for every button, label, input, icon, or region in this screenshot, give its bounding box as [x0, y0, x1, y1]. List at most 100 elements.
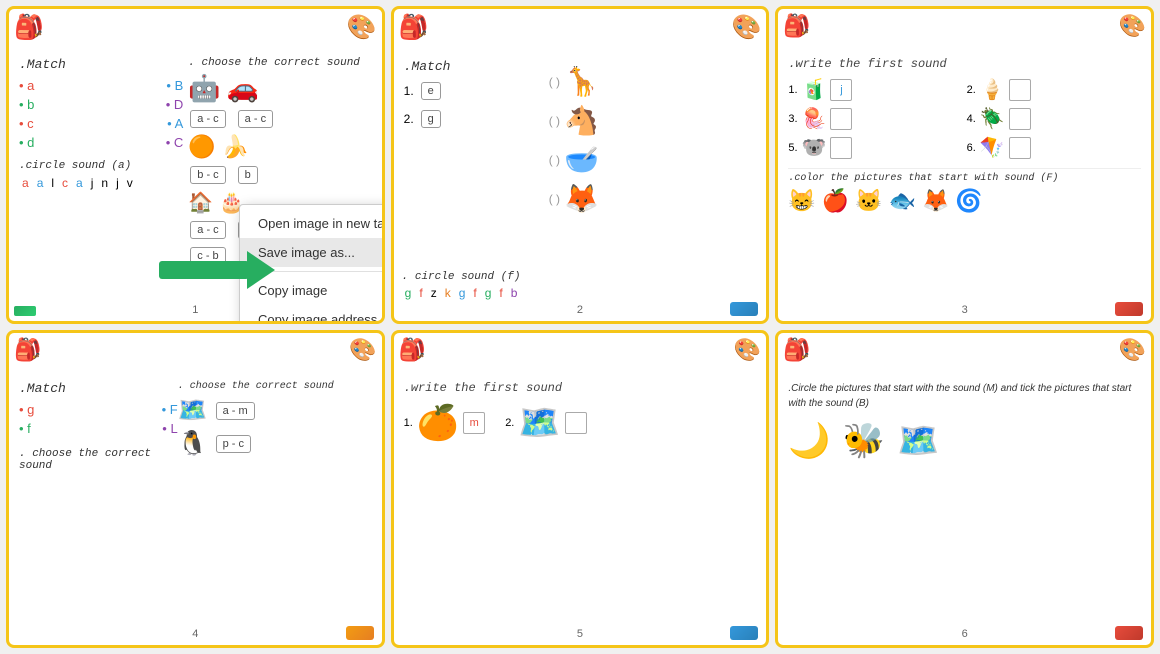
cl-l: l: [48, 175, 57, 191]
backpack-icon-2: 🎒: [399, 13, 429, 42]
write-item-2: 2. 🍦: [967, 77, 1141, 102]
animals-section: ( ) 🦒 ( ) 🐴 ( ) 🥣 ( ) 🦊: [545, 59, 757, 221]
palette-icon-3: 🎨: [1119, 13, 1146, 39]
bowl-img: 🥣: [564, 143, 599, 176]
sound-box-b: b: [238, 166, 258, 184]
apple-img: 🍎: [822, 188, 849, 214]
sound-row-2: b - c b: [188, 164, 371, 186]
card-5: 🎒 🎨 .write the first sound 1. 🍊 m 2. 🗺️ …: [391, 330, 770, 648]
sound-box-bc: b - c: [190, 166, 225, 184]
cl-a3: a: [73, 175, 86, 191]
kite-img: 🪁: [980, 135, 1005, 160]
cl-a1: a: [19, 175, 32, 191]
match-right-C: • C: [166, 135, 184, 150]
num-2-label: 2.: [404, 112, 414, 126]
wi-num-5: 5.: [788, 142, 797, 154]
match-g: • g • F: [19, 402, 178, 417]
pencil-icon-1: [14, 306, 36, 316]
cl-j1: j: [88, 175, 97, 191]
match-left-b: • b: [19, 97, 34, 112]
circle-section-1: .circle sound (a) a a l c a j n j v: [19, 160, 183, 191]
letter-j-box: j: [830, 79, 852, 101]
cfl-f1: f: [416, 285, 425, 301]
cl-v: v: [124, 175, 136, 191]
write-item-6: 6. 🪁: [967, 135, 1141, 160]
cfl-b: b: [508, 285, 521, 301]
cl-a2: a: [34, 175, 47, 191]
cl-n: n: [98, 175, 111, 191]
choose-title-4b: . choose the correct sound: [178, 381, 372, 392]
card-6: 🎒 🎨 .Circle the pictures that start with…: [775, 330, 1154, 648]
sound-box-ac2: a - c: [238, 110, 273, 128]
num-1-label: 1.: [404, 84, 414, 98]
match-right-D: • D: [166, 97, 184, 112]
eraser-icon-5: [730, 626, 758, 640]
wi-num-4: 4.: [967, 113, 976, 125]
cfl-g: g: [402, 285, 415, 301]
paren-3: ( ): [549, 153, 560, 167]
cl-j2: j: [113, 175, 122, 191]
match-item-b: • b • D: [19, 97, 183, 112]
map-img-6: 🗺️: [897, 421, 939, 461]
card-2: 🎒 🎨 .Match 1. e 2. g ( ) 🦒: [391, 6, 770, 324]
match-left-c: • c: [19, 116, 34, 131]
letter-box-6: [1009, 137, 1031, 159]
sound-box-ac3: a - c: [190, 221, 225, 239]
robot-img: 🤖: [188, 73, 220, 104]
juice-img: 🧃: [802, 77, 827, 102]
cat2-img: 🐱: [855, 188, 882, 214]
card-number-1: 1: [192, 304, 198, 316]
color-pictures-3: 😸 🍎 🐱 🐟 🦊 🌀: [788, 188, 1141, 214]
choose-imgs-4: . choose the correct sound 🗺️ a - m 🐧 p …: [178, 381, 372, 472]
ball-img: 🟠: [188, 134, 215, 160]
backpack-icon-5: 🎒: [399, 337, 426, 363]
car-img: 🚗: [227, 73, 259, 104]
ctx-copy-address[interactable]: Copy image address: [240, 305, 385, 324]
card-number-4: 4: [192, 628, 198, 640]
moon-img: 🌙: [788, 421, 830, 461]
match-section-4: .Match • g • F • f • L . choose the corr…: [19, 381, 178, 472]
cfl-z: z: [428, 285, 440, 301]
bug-img: 🪲: [980, 106, 1005, 131]
wi5-num-2: 2.: [505, 417, 514, 429]
pinwheel-img: 🌀: [955, 188, 982, 214]
card-4: 🎒 🎨 .Match • g • F • f • L . choose the …: [6, 330, 385, 648]
sound-box-ac1: a - c: [190, 110, 225, 128]
circle-title-1: .circle sound (a): [19, 160, 183, 172]
paren-4: ( ): [549, 192, 560, 206]
giraffe-img: 🦒: [564, 65, 599, 98]
write-section-5: .write the first sound 1. 🍊 m 2. 🗺️: [404, 381, 757, 443]
cl-c: c: [59, 175, 71, 191]
letter-box-5-2: [565, 412, 587, 434]
write-item-5-2: 2. 🗺️: [505, 403, 587, 443]
wi-num-2: 2.: [967, 84, 976, 96]
letter-box-5: [830, 137, 852, 159]
write-title-5: .write the first sound: [404, 381, 757, 395]
match-left-d: • d: [19, 135, 34, 150]
fish-img: 🐟: [889, 188, 916, 214]
eraser-icon-3: [1115, 302, 1143, 316]
choose-title-1: . choose the correct sound: [188, 57, 371, 69]
color-pictures-section: .color the pictures that start with soun…: [788, 168, 1141, 214]
eraser-icon-4: [346, 626, 374, 640]
palette-icon-1: 🎨: [347, 13, 377, 42]
write-item-4: 4. 🪲: [967, 106, 1141, 131]
cfl-k: k: [442, 285, 454, 301]
match-item-c: • c • A: [19, 116, 183, 131]
ctx-open-new-tab[interactable]: Open image in new tab: [240, 209, 385, 238]
letter-e-box: e: [421, 82, 441, 100]
match-left-a: • a: [19, 78, 34, 93]
circle-sound-f: . circle sound (f) g f z k g f g f b: [402, 271, 759, 301]
match-title-2: .Match: [404, 59, 545, 74]
match-title-1: .Match: [19, 57, 183, 72]
circle-section-6: .Circle the pictures that start with the…: [788, 381, 1141, 461]
fox-img: 🦊: [564, 182, 599, 215]
paren-fox: ( ) 🦊: [549, 182, 757, 215]
green-arrow: [157, 247, 277, 296]
paren-giraffe: ( ) 🦒: [549, 65, 757, 98]
card-3: 🎒 🎨 .write the first sound 1. 🧃 j 2. 🍦 3…: [775, 6, 1154, 324]
match-f: • f • L: [19, 421, 178, 436]
eraser-icon-6: [1115, 626, 1143, 640]
wi-num-1: 1.: [788, 84, 797, 96]
backpack-icon-3: 🎒: [783, 13, 810, 39]
